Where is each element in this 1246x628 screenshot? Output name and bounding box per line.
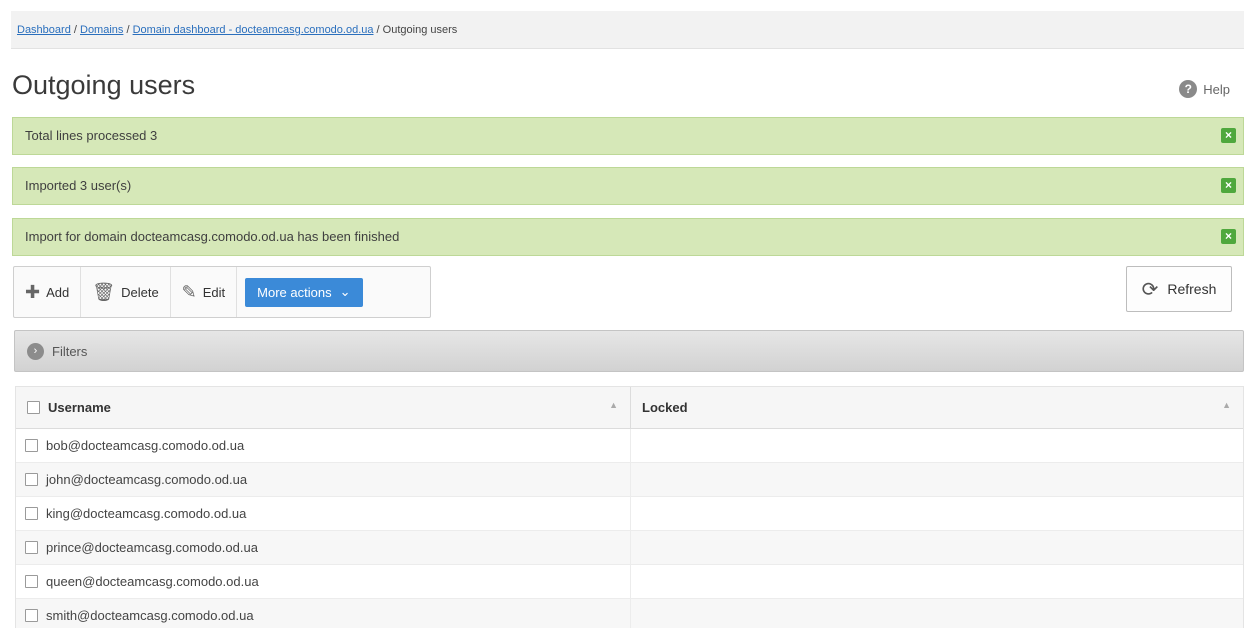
close-icon[interactable]: × — [1221, 178, 1236, 193]
delete-button[interactable]: 🗑 Delete — [81, 267, 171, 317]
username-text: prince@docteamcasg.comodo.od.ua — [46, 540, 258, 555]
add-button-label: Add — [46, 284, 70, 300]
cell-locked — [631, 531, 1243, 564]
username-text: bob@docteamcasg.comodo.od.ua — [46, 438, 245, 453]
row-checkbox[interactable] — [25, 473, 38, 486]
refresh-button[interactable]: ⟳ Refresh — [1126, 266, 1232, 312]
more-actions-button[interactable]: More actions ⌄ — [245, 277, 363, 307]
plus-icon: ✚ — [25, 282, 41, 302]
cell-locked — [631, 599, 1243, 628]
table-row[interactable]: john@docteamcasg.comodo.od.ua — [16, 463, 1243, 497]
status-message-text: Import for domain docteamcasg.comodo.od.… — [25, 229, 400, 244]
page-title: Outgoing users — [12, 70, 196, 100]
filters-label: Filters — [52, 343, 88, 359]
status-message: Imported 3 user(s) × — [12, 167, 1244, 205]
table-row[interactable]: queen@docteamcasg.comodo.od.ua — [16, 565, 1243, 599]
column-header-label: Username — [48, 400, 111, 415]
table-header: Username ▲ Locked ▲ — [16, 387, 1243, 429]
username-text: queen@docteamcasg.comodo.od.ua — [46, 574, 259, 589]
column-header-username[interactable]: Username ▲ — [16, 387, 631, 428]
breadcrumb-link-domains[interactable]: Domains — [80, 24, 123, 36]
more-actions-label: More actions — [257, 284, 332, 300]
status-message: Import for domain docteamcasg.comodo.od.… — [12, 218, 1244, 256]
cell-username: john@docteamcasg.comodo.od.ua — [16, 463, 631, 496]
status-message-text: Imported 3 user(s) — [25, 178, 132, 193]
delete-button-label: Delete — [121, 284, 159, 300]
refresh-button-label: Refresh — [1167, 281, 1217, 297]
add-button[interactable]: ✚ Add — [14, 267, 82, 317]
pencil-icon: ✎ — [181, 282, 197, 302]
sort-icon: ▲ — [609, 400, 618, 410]
cell-locked — [631, 463, 1243, 496]
filters-panel-toggle[interactable]: › Filters — [14, 330, 1244, 372]
table-row[interactable]: bob@docteamcasg.comodo.od.ua — [16, 429, 1243, 463]
status-message: Total lines processed 3 × — [12, 117, 1244, 155]
close-icon[interactable]: × — [1221, 229, 1236, 244]
help-link[interactable]: ? Help — [1179, 80, 1230, 98]
users-table: Username ▲ Locked ▲ bob@docteamcasg.como… — [15, 386, 1244, 628]
breadcrumb-separator: / — [123, 24, 133, 36]
help-icon: ? — [1179, 80, 1198, 98]
trash-icon: 🗑 — [92, 282, 116, 302]
row-checkbox[interactable] — [25, 439, 38, 452]
breadcrumb-link-dashboard[interactable]: Dashboard — [17, 24, 71, 36]
column-header-locked[interactable]: Locked ▲ — [631, 387, 1243, 428]
select-all-checkbox[interactable] — [27, 401, 40, 414]
breadcrumb-link-domain-dashboard[interactable]: Domain dashboard - docteamcasg.comodo.od… — [133, 24, 374, 36]
edit-button-label: Edit — [202, 284, 226, 300]
table-row[interactable]: smith@docteamcasg.comodo.od.ua — [16, 599, 1243, 628]
row-checkbox[interactable] — [25, 507, 38, 520]
row-checkbox[interactable] — [25, 541, 38, 554]
help-label: Help — [1203, 81, 1230, 97]
toolbar: ✚ Add 🗑 Delete ✎ Edit More actions ⌄ — [13, 266, 431, 318]
cell-username: queen@docteamcasg.comodo.od.ua — [16, 565, 631, 598]
chevron-down-icon: ⌄ — [339, 284, 351, 299]
cell-username: bob@docteamcasg.comodo.od.ua — [16, 429, 631, 462]
breadcrumb-separator: / — [373, 24, 383, 36]
status-message-text: Total lines processed 3 — [25, 128, 158, 143]
table-row[interactable]: prince@docteamcasg.comodo.od.ua — [16, 531, 1243, 565]
table-body: bob@docteamcasg.comodo.od.ua john@doctea… — [16, 429, 1243, 628]
cell-username: smith@docteamcasg.comodo.od.ua — [16, 599, 631, 628]
sort-icon: ▲ — [1222, 400, 1231, 410]
cell-username: prince@docteamcasg.comodo.od.ua — [16, 531, 631, 564]
cell-locked — [631, 565, 1243, 598]
username-text: smith@docteamcasg.comodo.od.ua — [46, 608, 254, 623]
chevron-right-circle-icon: › — [27, 342, 44, 360]
breadcrumb-current: Outgoing users — [382, 24, 458, 36]
column-header-label: Locked — [642, 400, 688, 415]
breadcrumb-separator: / — [70, 24, 80, 36]
row-checkbox[interactable] — [25, 609, 38, 622]
table-row[interactable]: king@docteamcasg.comodo.od.ua — [16, 497, 1243, 531]
row-checkbox[interactable] — [25, 575, 38, 588]
cell-locked — [631, 429, 1243, 462]
close-icon[interactable]: × — [1221, 128, 1236, 143]
breadcrumb: Dashboard / Domains / Domain dashboard -… — [11, 11, 1244, 49]
edit-button[interactable]: ✎ Edit — [171, 267, 238, 317]
refresh-icon: ⟳ — [1141, 278, 1159, 301]
cell-locked — [631, 497, 1243, 530]
username-text: king@docteamcasg.comodo.od.ua — [46, 506, 247, 521]
cell-username: king@docteamcasg.comodo.od.ua — [16, 497, 631, 530]
username-text: john@docteamcasg.comodo.od.ua — [46, 472, 248, 487]
